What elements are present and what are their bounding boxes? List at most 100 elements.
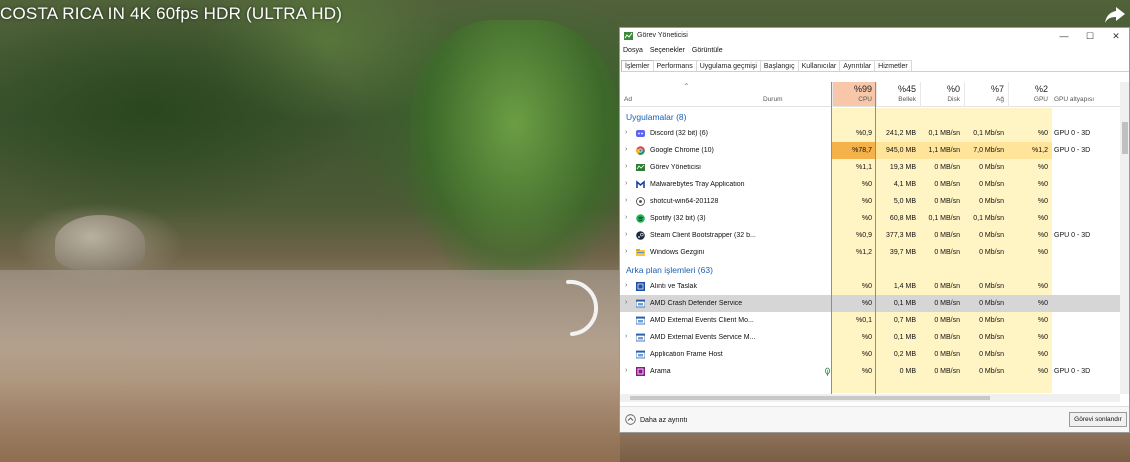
process-row[interactable]: › Discord (32 bit) (6) %0,9 241,2 MB 0,1 MB/… — [620, 125, 1120, 142]
process-row[interactable]: › shotcut-win64-201128 %0 5,0 MB 0 MB/sn 0 Mb… — [620, 193, 1120, 210]
process-row[interactable]: › Windows Gezgini %1,2 39,7 MB 0 MB/sn 0 Mb/s… — [620, 244, 1120, 261]
chevron-right-icon[interactable]: › — [625, 367, 627, 374]
service-icon — [635, 333, 646, 342]
process-table: ⌃ Ad Durum %99 CPU %45 Bellek %0 Disk %7… — [620, 82, 1120, 393]
column-header-disk[interactable]: %0 Disk — [920, 82, 964, 107]
spotify-icon — [636, 214, 645, 223]
process-row[interactable]: AMD External Events Client Mo... %0,1 0,7 … — [620, 312, 1120, 329]
minimize-button[interactable]: — — [1051, 30, 1077, 43]
chevron-right-icon[interactable]: › — [625, 197, 627, 204]
end-task-button[interactable]: Görevi sonlandır — [1069, 412, 1127, 427]
chevron-right-icon[interactable]: › — [625, 180, 627, 187]
process-row[interactable]: › Alıntı ve Taslak %0 1,4 MB 0 MB/sn 0 Mb/sn%… — [620, 278, 1120, 295]
video-title[interactable]: COSTA RICA IN 4K 60fps HDR (ULTRA HD) — [0, 4, 342, 24]
gpu-cell: %0 — [1037, 317, 1048, 324]
memory-cell: 1,4 MB — [893, 283, 916, 290]
vertical-scrollbar[interactable] — [1120, 82, 1129, 394]
horizontal-scrollbar-thumb[interactable] — [630, 396, 990, 400]
gpu-cell: %0 — [1037, 215, 1048, 222]
column-header-gpu[interactable]: %2 GPU — [1008, 82, 1052, 107]
table-body[interactable]: Uygulamalar (8) › Discord (32 bit) (6) %0,9… — [620, 108, 1120, 393]
memory-cell: 0,2 MB — [893, 351, 916, 358]
chevron-right-icon[interactable]: › — [625, 299, 627, 306]
column-header-memory[interactable]: %45 Bellek — [876, 82, 920, 107]
network-cell: 0 Mb/sn — [979, 351, 1004, 358]
chevron-right-icon[interactable]: › — [625, 248, 627, 255]
column-header-network[interactable]: %7 Ağ — [964, 82, 1008, 107]
process-row[interactable]: › AMD Crash Defender Service %0 0,1 MB 0 MB/… — [620, 295, 1120, 312]
gpu-cell: %0 — [1037, 334, 1048, 341]
disk-cell: 0 MB/sn — [934, 232, 960, 239]
task-manager-window[interactable]: Görev Yöneticisi — ☐ ✕ Dosya Seçenekler … — [619, 27, 1130, 433]
title-bar[interactable]: Görev Yöneticisi — ☐ ✕ — [620, 28, 1129, 45]
chevron-right-icon[interactable]: › — [625, 282, 627, 289]
disk-label: Disk — [947, 96, 960, 103]
cpu-cell: %0 — [861, 215, 872, 222]
memory-cell: 377,3 MB — [886, 232, 916, 239]
share-arrow-icon[interactable] — [1104, 5, 1126, 25]
window-title: Görev Yöneticisi — [637, 32, 688, 39]
column-header-cpu[interactable]: %99 CPU — [832, 82, 876, 107]
group-header[interactable]: Uygulamalar (8) — [626, 112, 686, 122]
gpu-cell: %0 — [1037, 351, 1048, 358]
gpu-label: GPU — [1033, 96, 1048, 103]
chevron-right-icon[interactable]: › — [625, 214, 627, 221]
chevron-up-circle-icon[interactable] — [625, 414, 636, 425]
tab-startup[interactable]: Başlangıç — [759, 60, 799, 71]
chevron-right-icon[interactable]: › — [625, 231, 627, 238]
tab-performance[interactable]: Performans — [652, 60, 697, 71]
cpu-cell: %0,1 — [856, 317, 872, 324]
shotcut-icon — [636, 197, 645, 206]
network-cell: 0 Mb/sn — [979, 368, 1004, 375]
tab-processes[interactable]: İşlemler — [621, 60, 654, 71]
disk-cell: 1,1 MB/sn — [920, 142, 964, 159]
gpu-engine-cell: GPU 0 - 3D — [1054, 130, 1091, 137]
process-row[interactable]: › AMD External Events Service M... %0 0,1 M… — [620, 329, 1120, 346]
gpu-cell: %0 — [1037, 249, 1048, 256]
process-row[interactable]: › Görev Yöneticisi %1,1 19,3 MB 0 MB/sn 0 Mb/… — [620, 159, 1120, 176]
process-name: Alıntı ve Taslak — [650, 283, 697, 290]
tab-details[interactable]: Ayrıntılar — [839, 60, 876, 71]
memory-label: Bellek — [898, 96, 916, 103]
column-header-gpu-engine[interactable]: GPU altyapısı — [1054, 96, 1094, 103]
maximize-button[interactable]: ☐ — [1077, 30, 1103, 43]
process-name: Görev Yöneticisi — [650, 164, 701, 171]
process-name: Spotify (32 bit) (3) — [650, 215, 706, 222]
close-button[interactable]: ✕ — [1103, 30, 1129, 43]
column-header-status[interactable]: Durum — [763, 96, 783, 103]
network-cell: 0 Mb/sn — [979, 181, 1004, 188]
fewer-details-link[interactable]: Daha az ayrıntı — [640, 417, 687, 424]
process-row[interactable]: › Steam Client Bootstrapper (32 b... %0,9 3… — [620, 227, 1120, 244]
network-cell: 0 Mb/sn — [979, 317, 1004, 324]
cpu-label: CPU — [858, 96, 872, 103]
process-row[interactable]: › Malwarebytes Tray Application %0 4,1 MB 0 … — [620, 176, 1120, 193]
process-row[interactable]: Application Frame Host %0 0,2 MB 0 MB/sn 0 M… — [620, 346, 1120, 363]
file-explorer-icon — [636, 248, 645, 257]
process-row[interactable]: › Google Chrome (10) %78,7 945,0 MB 1,1 MB/s… — [620, 142, 1120, 159]
menu-bar: Dosya Seçenekler Görüntüle — [623, 47, 723, 57]
menu-options[interactable]: Seçenekler — [650, 47, 685, 57]
menu-file[interactable]: Dosya — [623, 47, 643, 57]
disk-cell: 0 MB/sn — [934, 249, 960, 256]
disk-total: %0 — [946, 84, 960, 94]
horizontal-scrollbar[interactable] — [620, 394, 1120, 402]
chevron-right-icon[interactable]: › — [625, 163, 627, 170]
tab-app-history[interactable]: Uygulama geçmişi — [695, 60, 761, 71]
menu-view[interactable]: Görüntüle — [692, 47, 723, 57]
tab-services[interactable]: Hizmetler — [874, 60, 912, 71]
gpu-cell: %0 — [1037, 181, 1048, 188]
gpu-engine-cell: GPU 0 - 3D — [1054, 368, 1091, 375]
search-app-icon — [636, 367, 645, 376]
vertical-scrollbar-thumb[interactable] — [1122, 122, 1128, 154]
network-cell: 0 Mb/sn — [979, 164, 1004, 171]
process-row[interactable]: › Spotify (32 bit) (3) %0 60,8 MB 0,1 MB/sn 0… — [620, 210, 1120, 227]
group-header[interactable]: Arka plan işlemleri (63) — [626, 265, 713, 275]
gpu-cell: %0 — [1037, 164, 1048, 171]
tab-users[interactable]: Kullanıcılar — [797, 60, 841, 71]
chevron-right-icon[interactable]: › — [625, 129, 627, 136]
process-row[interactable]: › Arama %0 0 MB 0 MB/sn 0 Mb/sn %0 GPU 0 - 3D — [620, 363, 1120, 380]
column-header-name[interactable]: Ad — [624, 96, 632, 103]
chevron-right-icon[interactable]: › — [625, 333, 627, 340]
cpu-cell: %0 — [861, 351, 872, 358]
chevron-right-icon[interactable]: › — [625, 146, 627, 153]
